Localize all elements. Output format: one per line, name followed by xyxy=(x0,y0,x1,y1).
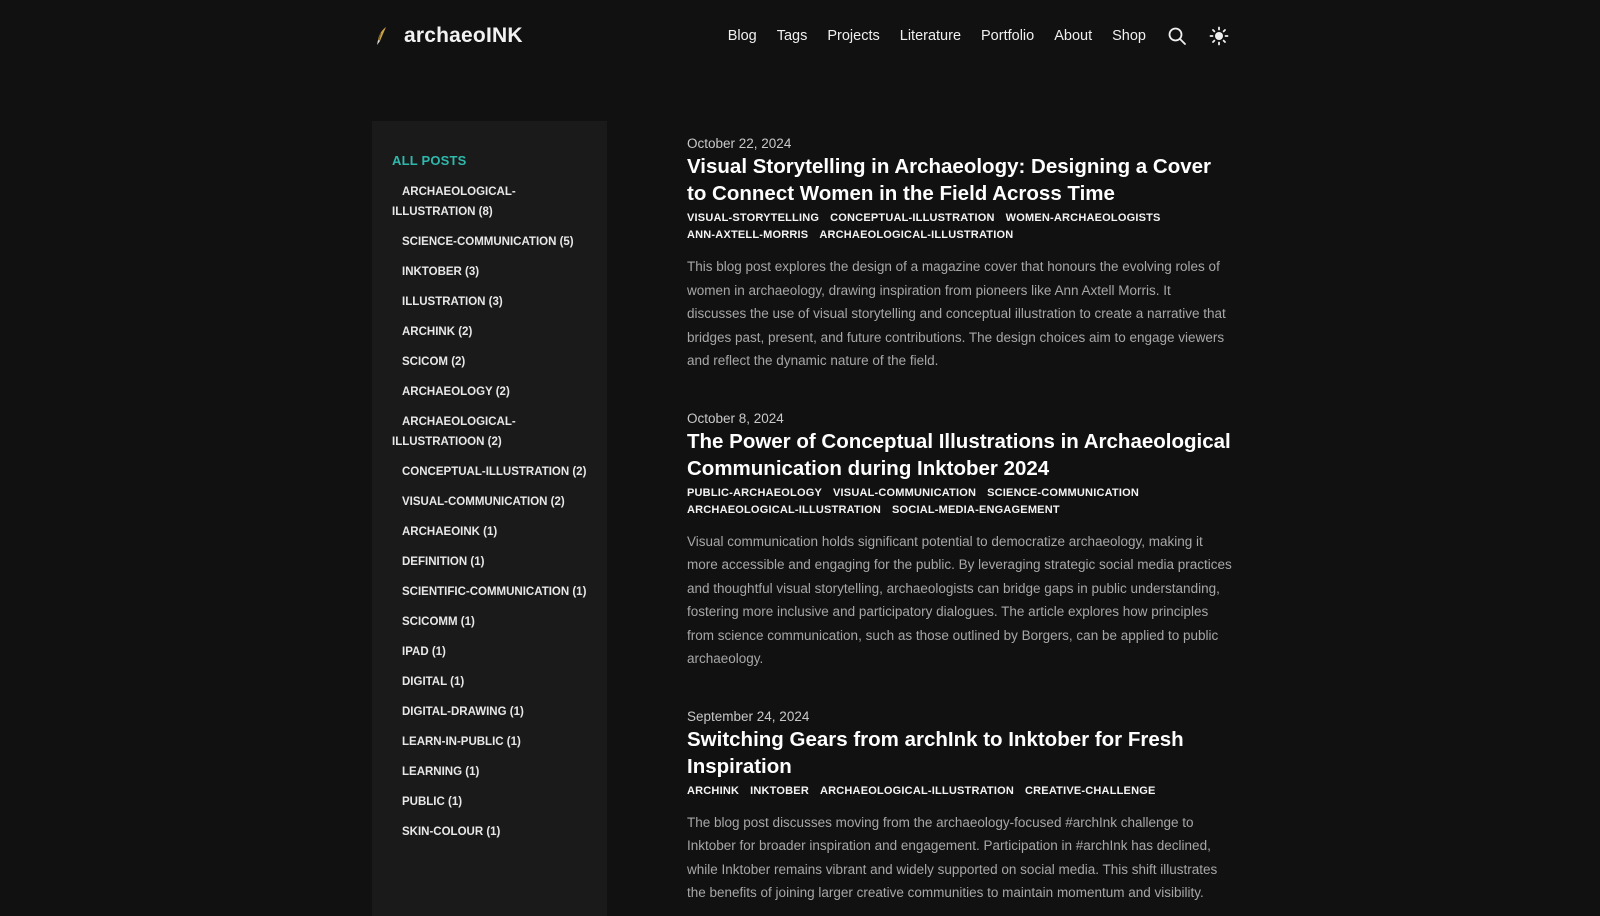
all-posts-link[interactable]: ALL POSTS xyxy=(392,153,591,168)
post-tag-link[interactable]: VISUAL-COMMUNICATION xyxy=(833,486,976,501)
post-tag-link[interactable]: INKTOBER xyxy=(750,784,809,799)
post-tag-link[interactable]: CREATIVE-CHALLENGE xyxy=(1025,784,1156,799)
nav-blog[interactable]: Blog xyxy=(728,28,757,44)
post-tags: PUBLIC-ARCHAEOLOGY VISUAL-COMMUNICATION … xyxy=(687,486,1232,518)
post-date: October 8, 2024 xyxy=(687,410,784,426)
post-tag-link[interactable]: ANN-AXTELL-MORRIS xyxy=(687,228,808,243)
post-tags: VISUAL-STORYTELLING CONCEPTUAL-ILLUSTRAT… xyxy=(687,211,1232,243)
sidebar-tag-item[interactable]: SKIN-COLOUR (1) xyxy=(392,822,591,842)
post-tag-link[interactable]: ARCHAEOLOGICAL-ILLUSTRATION xyxy=(820,784,1014,799)
post-date: September 24, 2024 xyxy=(687,708,810,724)
sidebar-tag-item[interactable]: SCICOM (2) xyxy=(392,352,591,372)
sidebar-tag-item[interactable]: ARCHAEOLOGY (2) xyxy=(392,382,591,402)
sidebar-tag-item[interactable]: CONCEPTUAL-ILLUSTRATION (2) xyxy=(392,462,591,482)
post-card: September 24, 2024 Switching Gears from … xyxy=(687,709,1232,905)
post-title-link[interactable]: Visual Storytelling in Archaeology: Desi… xyxy=(687,153,1232,207)
sidebar-tag-item[interactable]: ARCHAEOLOGICAL-ILLUSTRATION (8) xyxy=(392,182,591,222)
sun-icon[interactable] xyxy=(1208,25,1230,47)
post-tag-link[interactable]: CONCEPTUAL-ILLUSTRATION xyxy=(830,211,995,226)
post-tag-link[interactable]: ARCHAEOLOGICAL-ILLUSTRATION xyxy=(819,228,1013,243)
post-title-link[interactable]: The Power of Conceptual Illustrations in… xyxy=(687,428,1232,482)
sidebar-tag-item[interactable]: ARCHINK (2) xyxy=(392,322,591,342)
main-nav: Blog Tags Projects Literature Portfolio … xyxy=(728,25,1230,47)
nav-tags[interactable]: Tags xyxy=(777,28,808,44)
nav-about[interactable]: About xyxy=(1054,28,1092,44)
quill-logo-icon xyxy=(370,24,394,48)
post-tag-link[interactable]: ARCHINK xyxy=(687,784,739,799)
post-card: October 8, 2024 The Power of Conceptual … xyxy=(687,411,1232,671)
search-icon[interactable] xyxy=(1166,25,1188,47)
sidebar-tag-item[interactable]: VISUAL-COMMUNICATION (2) xyxy=(392,492,591,512)
sidebar-tag-item[interactable]: SCIENTIFIC-COMMUNICATION (1) xyxy=(392,582,591,602)
post-summary: Visual communication holds significant p… xyxy=(687,533,1232,667)
tag-list: ARCHAEOLOGICAL-ILLUSTRATION (8) SCIENCE-… xyxy=(392,182,591,842)
sidebar-tag-item[interactable]: DIGITAL-DRAWING (1) xyxy=(392,702,591,722)
site-header: archaeoINK Blog Tags Projects Literature… xyxy=(370,14,1230,58)
brand-link[interactable]: archaeoINK xyxy=(370,24,523,48)
sidebar-tag-item[interactable]: SCIENCE-COMMUNICATION (5) xyxy=(392,232,591,252)
nav-shop[interactable]: Shop xyxy=(1112,28,1146,44)
sidebar-tag-item[interactable]: ARCHAEOLOGICAL-ILLUSTRATIOON (2) xyxy=(392,412,591,452)
sidebar-tag-item[interactable]: ARCHAEOINK (1) xyxy=(392,522,591,542)
post-tags: ARCHINK INKTOBER ARCHAEOLOGICAL-ILLUSTRA… xyxy=(687,784,1232,799)
post-title-link[interactable]: Switching Gears from archInk to Inktober… xyxy=(687,726,1232,780)
sidebar-tag-item[interactable]: PUBLIC (1) xyxy=(392,792,591,812)
tag-sidebar: ALL POSTS ARCHAEOLOGICAL-ILLUSTRATION (8… xyxy=(372,121,607,916)
post-list: October 22, 2024 Visual Storytelling in … xyxy=(687,136,1232,916)
post-tag-link[interactable]: SCIENCE-COMMUNICATION xyxy=(987,486,1139,501)
sidebar-tag-item[interactable]: DIGITAL (1) xyxy=(392,672,591,692)
sidebar-tag-item[interactable]: LEARN-IN-PUBLIC (1) xyxy=(392,732,591,752)
post-tag-link[interactable]: PUBLIC-ARCHAEOLOGY xyxy=(687,486,822,501)
post-tag-link[interactable]: SOCIAL-MEDIA-ENGAGEMENT xyxy=(892,503,1060,518)
post-card: October 22, 2024 Visual Storytelling in … xyxy=(687,136,1232,373)
post-date: October 22, 2024 xyxy=(687,136,792,151)
brand-name: archaeoINK xyxy=(404,24,523,47)
post-summary: This blog post explores the design of a … xyxy=(687,259,1226,368)
nav-portfolio[interactable]: Portfolio xyxy=(981,28,1034,44)
post-tag-link[interactable]: VISUAL-STORYTELLING xyxy=(687,211,819,226)
page: archaeoINK Blog Tags Projects Literature… xyxy=(0,0,1600,916)
nav-literature[interactable]: Literature xyxy=(900,28,961,44)
sidebar-tag-item[interactable]: LEARNING (1) xyxy=(392,762,591,782)
sidebar-tag-item[interactable]: DEFINITION (1) xyxy=(392,552,591,572)
sidebar-tag-item[interactable]: IPAD (1) xyxy=(392,642,591,662)
sidebar-tag-item[interactable]: SCICOMM (1) xyxy=(392,612,591,632)
post-tag-link[interactable]: ARCHAEOLOGICAL-ILLUSTRATION xyxy=(687,503,881,518)
post-tag-link[interactable]: WOMEN-ARCHAEOLOGISTS xyxy=(1006,211,1161,226)
post-summary: The blog post discusses moving from the … xyxy=(687,814,1218,901)
nav-projects[interactable]: Projects xyxy=(827,28,879,44)
sidebar-tag-item[interactable]: INKTOBER (3) xyxy=(392,262,591,282)
sidebar-tag-item[interactable]: ILLUSTRATION (3) xyxy=(392,292,591,312)
